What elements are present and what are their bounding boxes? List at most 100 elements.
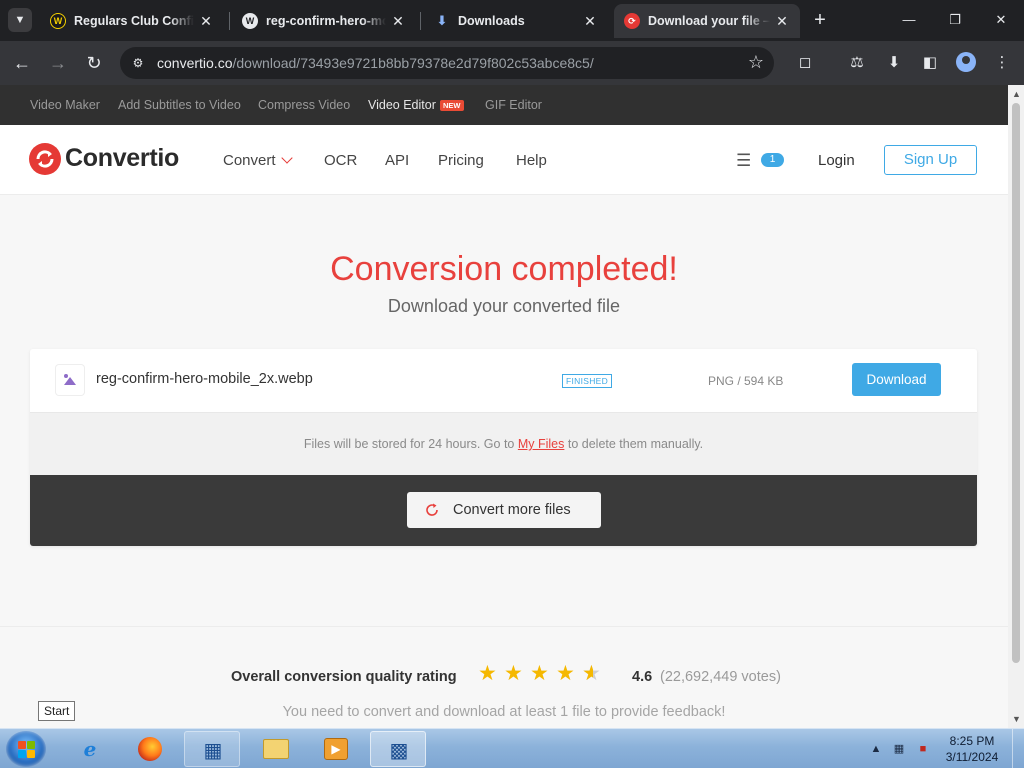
- link-video-editor[interactable]: Video Editor: [368, 98, 436, 112]
- link-video-maker[interactable]: Video Maker: [30, 98, 100, 112]
- nav-api[interactable]: API: [385, 152, 409, 169]
- tab-separator: [229, 12, 230, 30]
- nav-help[interactable]: Help: [516, 152, 547, 169]
- link-gif-editor[interactable]: GIF Editor: [485, 98, 542, 112]
- link-add-subtitles[interactable]: Add Subtitles to Video: [118, 98, 241, 112]
- volume-muted-icon[interactable]: ■: [915, 741, 931, 757]
- nav-ocr[interactable]: OCR: [324, 152, 357, 169]
- network-icon[interactable]: ▦: [891, 741, 907, 757]
- firefox-icon: [136, 736, 164, 762]
- download-favicon-icon: ⬇: [436, 13, 448, 28]
- taskbar-internet-explorer[interactable]: e: [62, 731, 118, 767]
- taskbar-control-panel[interactable]: ▩: [370, 731, 426, 767]
- star-icon[interactable]: ★: [478, 663, 500, 685]
- link-compress-video[interactable]: Compress Video: [258, 98, 350, 112]
- new-tab-icon[interactable]: +: [808, 8, 832, 32]
- side-panel-icon[interactable]: ◧: [919, 52, 941, 74]
- taskbar-firefox[interactable]: [122, 731, 178, 767]
- logo-wordmark[interactable]: Convertio: [65, 144, 179, 173]
- taskbar-file-explorer[interactable]: [248, 731, 304, 767]
- close-tab-icon[interactable]: ✕: [774, 13, 790, 30]
- tab-convertio-download[interactable]: ⟳ Download your file — Convertio ✕: [614, 4, 800, 38]
- rating-value: 4.6: [632, 669, 653, 685]
- control-panel-icon: ▩: [389, 739, 409, 762]
- tab-wordpress-media[interactable]: W reg-confirm-hero-mobile ✕: [232, 4, 416, 38]
- forward-arrow-icon[interactable]: →: [46, 51, 70, 75]
- tab-regulars-club[interactable]: W Regulars Club Confirm ✕: [40, 4, 224, 38]
- scroll-up-icon[interactable]: ▲: [1012, 89, 1021, 99]
- status-badge: FINISHED: [562, 374, 613, 388]
- rating-votes: (22,692,449 votes): [660, 669, 781, 685]
- tab-title: Download your file — Convertio: [648, 14, 770, 28]
- show-desktop-button[interactable]: [1012, 729, 1024, 768]
- browser-tab-bar: ▼ W Regulars Club Confirm ✕ W reg-confir…: [0, 0, 1024, 41]
- reload-icon[interactable]: ↻: [82, 51, 106, 75]
- show-hidden-icons-icon[interactable]: ▲: [868, 741, 884, 757]
- star-icon[interactable]: ★: [556, 663, 578, 685]
- refresh-icon: [426, 503, 438, 516]
- site-info-icon[interactable]: ⚙: [130, 55, 146, 71]
- menu-kebab-icon[interactable]: ⋮: [991, 52, 1013, 74]
- tab-separator: [420, 12, 421, 30]
- close-tab-icon[interactable]: ✕: [198, 13, 214, 30]
- profile-avatar-icon[interactable]: [956, 52, 976, 72]
- close-window-icon[interactable]: ✕: [978, 8, 1024, 32]
- windows-start-icon[interactable]: [6, 731, 46, 767]
- section-divider: [0, 626, 1008, 627]
- star-icon[interactable]: ★: [504, 663, 526, 685]
- result-card: reg-confirm-hero-mobile_2x.webp FINISHED…: [30, 349, 977, 546]
- media-player-icon: ▶: [322, 736, 350, 762]
- file-count-badge[interactable]: 1: [761, 153, 784, 167]
- page-title: Conversion completed!: [330, 250, 678, 288]
- downloads-icon[interactable]: ⬇: [883, 52, 905, 74]
- file-row: reg-confirm-hero-mobile_2x.webp FINISHED…: [30, 349, 977, 412]
- address-bar[interactable]: ⚙ convertio.co/download/73493e9721b8bb79…: [120, 47, 774, 79]
- convertio-favicon-icon: ⟳: [624, 13, 640, 29]
- taskbar-media-player[interactable]: ▶: [308, 731, 364, 767]
- storage-note: Files will be stored for 24 hours. Go to…: [303, 437, 704, 451]
- convert-more-button[interactable]: Convert more files: [407, 492, 601, 528]
- tools-strip: Video Maker Add Subtitles to Video Compr…: [0, 85, 1008, 125]
- tab-title: Downloads: [458, 14, 525, 28]
- page-subtitle: Download your converted file: [387, 296, 621, 316]
- bookmark-star-icon[interactable]: ☆: [748, 52, 764, 73]
- tab-downloads[interactable]: ⬇ Downloads ✕: [424, 4, 608, 38]
- app-grid-icon: ▦: [203, 739, 223, 762]
- chevron-down-icon: [281, 152, 293, 164]
- my-files-link[interactable]: My Files: [518, 437, 565, 451]
- nav-pricing[interactable]: Pricing: [438, 152, 484, 169]
- login-link[interactable]: Login: [818, 152, 855, 169]
- star-icon[interactable]: ★: [530, 663, 552, 685]
- scroll-down-icon[interactable]: ▼: [1012, 714, 1021, 724]
- internet-explorer-icon: e: [83, 737, 97, 761]
- convertio-logo-icon[interactable]: [29, 143, 61, 175]
- url-text: convertio.co/download/73493e9721b8bb7937…: [157, 55, 594, 71]
- club-favicon-icon: W: [50, 13, 66, 29]
- labs-flask-icon[interactable]: ⚖: [846, 52, 868, 74]
- clock-time: 8:25 PM: [949, 734, 995, 748]
- minimize-icon[interactable]: —: [886, 8, 932, 32]
- start-tooltip: Start: [38, 701, 76, 721]
- file-name: reg-confirm-hero-mobile_2x.webp: [96, 371, 313, 387]
- tab-search-icon[interactable]: ▼: [8, 8, 32, 32]
- half-star-icon[interactable]: ★ ★: [582, 663, 604, 685]
- extensions-icon[interactable]: ◻: [794, 52, 816, 74]
- system-clock[interactable]: 8:25 PM 3/11/2024: [940, 733, 1004, 765]
- clock-date: 3/11/2024: [945, 750, 999, 764]
- browser-toolbar: ← → ↻ ⚙ convertio.co/download/73493e9721…: [0, 41, 1024, 85]
- scrollbar-thumb[interactable]: [1012, 103, 1020, 663]
- close-tab-icon[interactable]: ✕: [582, 13, 598, 30]
- feedback-note: You need to convert and download at leas…: [282, 704, 726, 720]
- page-scrollbar[interactable]: ▲ ▼: [1008, 85, 1024, 728]
- back-arrow-icon[interactable]: ←: [10, 51, 34, 75]
- files-stack-icon[interactable]: ☰: [736, 151, 751, 171]
- taskbar-app-grid[interactable]: ▦: [184, 731, 240, 767]
- restore-icon[interactable]: ❐: [932, 8, 978, 32]
- close-tab-icon[interactable]: ✕: [390, 13, 406, 30]
- tab-title: Regulars Club Confirm: [74, 14, 194, 28]
- download-button[interactable]: Download: [852, 363, 941, 396]
- site-header: Convertio Convert OCR API Pricing Help ☰…: [0, 125, 1008, 195]
- signup-button[interactable]: Sign Up: [884, 145, 977, 175]
- wordpress-favicon-icon: W: [242, 13, 258, 29]
- nav-convert[interactable]: Convert: [223, 152, 276, 169]
